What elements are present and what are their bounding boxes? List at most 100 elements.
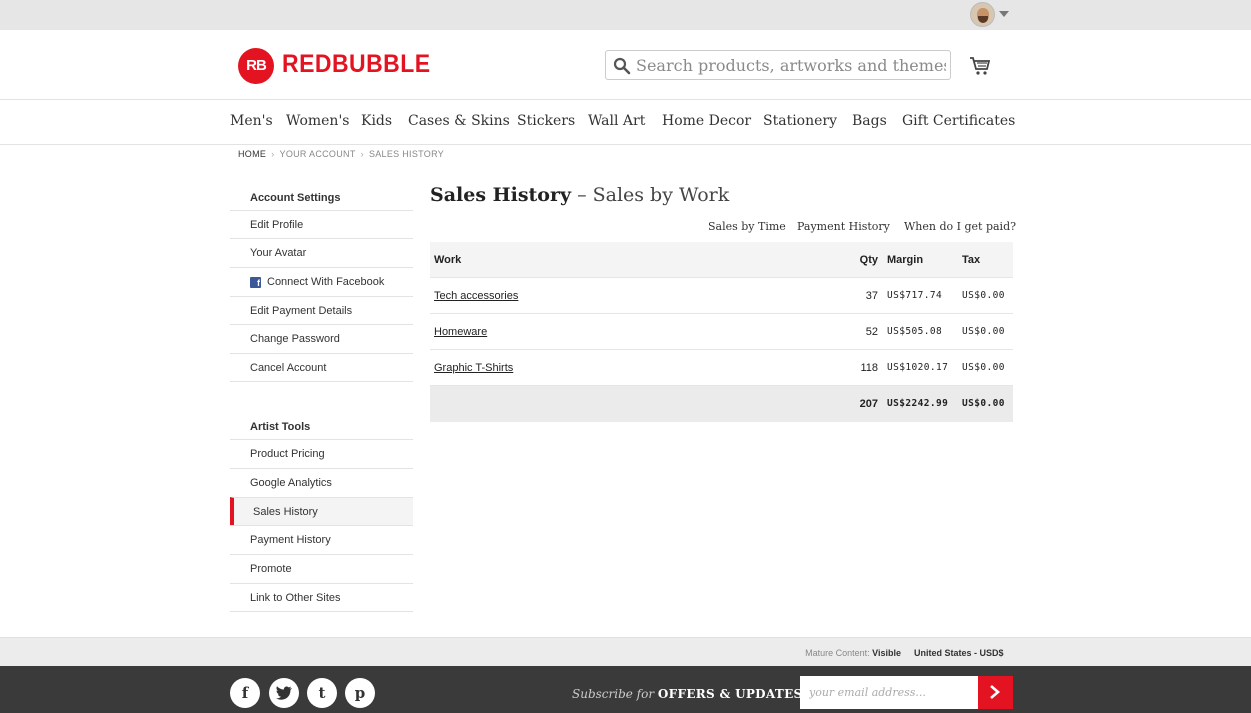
nav-kids[interactable]: Kids [361,113,392,129]
breadcrumb-your-account[interactable]: YOUR ACCOUNT [280,149,356,159]
twitter-icon[interactable] [269,678,299,708]
search-icon[interactable] [613,57,631,75]
tab-when-paid[interactable]: When do I get paid? [904,220,1016,233]
work-cell: Tech accessories [434,278,518,314]
site-header: RB REDBUBBLE [0,30,1251,100]
facebook-icon: f [250,277,261,288]
sidebar-item-google-analytics[interactable]: Google Analytics [230,468,413,497]
sidebar-item-label: Connect With Facebook [267,276,385,288]
sidebar-item-label: Promote [250,563,292,575]
nav-stationery[interactable]: Stationery [763,113,837,129]
sidebar-item-cancel-account[interactable]: Cancel Account [230,353,413,382]
pinterest-icon[interactable]: p [345,678,375,708]
sidebar-item-change-password[interactable]: Change Password [230,324,413,353]
tab-sales-by-time[interactable]: Sales by Time [708,220,786,233]
qty-cell: 37 [865,290,878,302]
subscribe-button[interactable] [978,676,1013,709]
subscribe-strong: OFFERS & UPDATES [657,687,803,701]
breadcrumb-home[interactable]: HOME [238,149,266,159]
sidebar-item-label: Edit Profile [250,219,304,231]
tumblr-icon[interactable]: t [307,678,337,708]
total-qty: 207 [859,398,878,410]
search-box[interactable] [605,50,951,80]
nav-cases-skins[interactable]: Cases & Skins [408,113,510,129]
tab-payment-history[interactable]: Payment History [797,220,890,233]
nav-wall-art[interactable]: Wall Art [588,113,645,129]
email-field[interactable] [800,676,978,709]
sidebar-item-edit-payment-details[interactable]: Edit Payment Details [230,296,413,325]
column-header-work: Work [434,254,462,266]
tax-cell: US$0.00 [962,362,1005,373]
mature-content-value: Visible [872,648,901,658]
qty-cell: 52 [865,326,878,338]
nav-stickers[interactable]: Stickers [517,113,575,129]
margin-cell: US$717.74 [887,290,943,301]
table-row: Tech accessories 37 US$717.74 US$0.00 [430,278,1013,314]
sidebar-item-payment-history[interactable]: Payment History [230,525,413,554]
margin-cell: US$505.08 [887,326,943,337]
subscribe-label: Subscribe for OFFERS & UPDATES [572,687,802,701]
user-avatar[interactable] [970,2,995,27]
sidebar-item-link-other-sites[interactable]: Link to Other Sites [230,583,413,612]
top-bar [0,0,1251,30]
nav-bags[interactable]: Bags [852,113,887,129]
sidebar-heading-artist-tools: Artist Tools [250,421,311,433]
sidebar-item-connect-facebook[interactable]: f Connect With Facebook [230,267,413,296]
category-nav: Men's Women's Kids Cases & Skins Sticker… [0,100,1251,145]
sidebar-item-label: Google Analytics [250,477,332,489]
column-header-margin: Margin [887,254,924,266]
nav-mens[interactable]: Men's [230,113,273,129]
logo-text[interactable]: REDBUBBLE [282,50,431,79]
table-row: Graphic T-Shirts 118 US$1020.17 US$0.00 [430,350,1013,386]
sidebar-item-label: Link to Other Sites [250,592,341,604]
sidebar-item-label: Change Password [250,333,340,345]
breadcrumb-separator: › [360,149,364,159]
sidebar-item-sales-history[interactable]: Sales History [230,497,413,526]
cart-icon[interactable] [969,56,991,76]
column-header-qty: Qty [859,254,878,266]
account-menu-caret-icon[interactable] [999,11,1009,17]
sidebar-item-promote[interactable]: Promote [230,554,413,583]
work-link-tech-accessories[interactable]: Tech accessories [434,290,518,302]
table-header-row: Work Qty Margin Tax [430,242,1013,278]
sidebar-item-label: Edit Payment Details [250,305,353,317]
nav-home-decor[interactable]: Home Decor [662,113,751,129]
nav-gift-certificates[interactable]: Gift Certificates [902,113,1015,129]
subscribe-prefix: Subscribe for [572,687,655,701]
search-input[interactable] [634,53,946,77]
total-margin: US$2242.99 [887,398,949,409]
column-header-tax: Tax [962,254,981,266]
page-title-main: Sales History [430,184,572,206]
work-cell: Graphic T-Shirts [434,350,513,386]
sidebar-item-label: Your Avatar [250,247,307,259]
tax-cell: US$0.00 [962,326,1005,337]
sidebar-item-your-avatar[interactable]: Your Avatar [230,238,413,267]
mature-content-setting[interactable]: Mature Content: Visible [805,648,901,658]
work-link-graphic-tshirts[interactable]: Graphic T-Shirts [434,362,513,374]
sidebar-item-label: Sales History [253,506,318,518]
facebook-icon[interactable]: f [230,678,260,708]
tax-cell: US$0.00 [962,290,1005,301]
mature-content-label: Mature Content: [805,648,870,658]
sales-table: Work Qty Margin Tax Tech accessories 37 … [430,242,1013,422]
breadcrumb: HOME › YOUR ACCOUNT › SALES HISTORY [238,149,444,159]
footer: f t p Subscribe for OFFERS & UPDATES [0,666,1251,713]
avatar-beard [978,16,988,23]
footer-settings-strip: Mature Content: Visible United States - … [0,637,1251,666]
work-cell: Homeware [434,314,487,350]
locale-setting[interactable]: United States - USD$ [914,648,1004,658]
chevron-right-icon [990,685,1000,699]
sidebar-item-label: Payment History [250,534,331,546]
table-total-row: 207 US$2242.99 US$0.00 [430,386,1013,422]
page-title: Sales History – Sales by Work [430,184,729,206]
page-subtitle: – Sales by Work [577,184,730,206]
logo-mark[interactable]: RB [238,48,274,84]
nav-womens[interactable]: Women's [286,113,349,129]
sidebar-item-label: Cancel Account [250,362,327,374]
work-link-homeware[interactable]: Homeware [434,326,487,338]
sidebar-item-product-pricing[interactable]: Product Pricing [230,439,413,468]
sidebar-item-edit-profile[interactable]: Edit Profile [230,210,413,239]
qty-cell: 118 [860,362,878,374]
total-tax: US$0.00 [962,398,1005,409]
breadcrumb-separator: › [271,149,275,159]
